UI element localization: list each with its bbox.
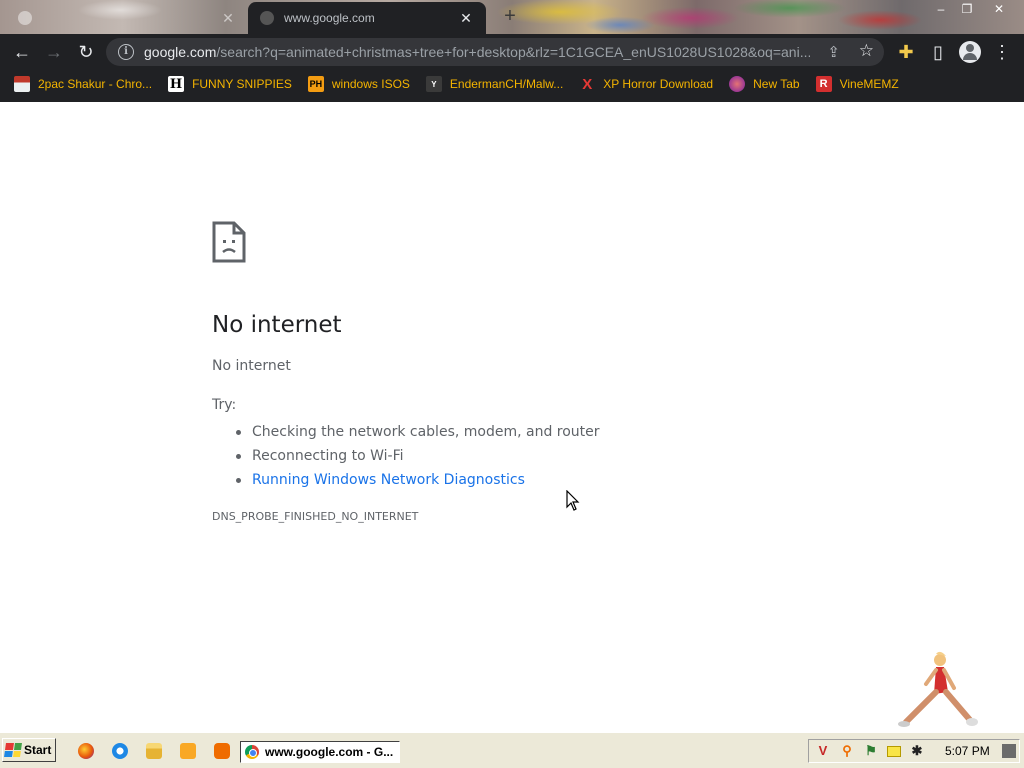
url-path: /search?q=animated+christmas+tree+for+de… <box>216 44 810 60</box>
start-label: Start <box>24 743 52 757</box>
bookmark-label: New Tab <box>753 77 800 91</box>
message-icon[interactable] <box>887 745 901 757</box>
close-tab-icon[interactable]: ✕ <box>220 10 236 27</box>
url-host: google.com <box>144 44 217 60</box>
sad-page-icon <box>212 221 246 263</box>
bookmark-label: EndermanCH/Malw... <box>449 77 564 91</box>
suggestion-item: Checking the network cables, modem, and … <box>236 420 600 444</box>
taskbar-window-title: www.google.com - G... <box>265 745 394 759</box>
x-icon: X <box>582 75 593 93</box>
search-icon[interactable]: ⚲ <box>839 743 855 759</box>
bookmark-label: 2pac Shakur - Chro... <box>38 77 153 91</box>
address-bar[interactable]: i google.com/search?q=animated+christmas… <box>106 38 884 66</box>
tab-favicon <box>260 11 274 25</box>
close-window-icon[interactable]: ✕ <box>984 0 1014 18</box>
side-panel-icon[interactable]: ▯ <box>926 40 950 64</box>
extensions-puzzle-icon[interactable]: ✚ <box>894 40 918 64</box>
globe-icon <box>729 76 746 92</box>
suggestion-item: Reconnecting to Wi-Fi <box>236 444 600 468</box>
share-icon[interactable]: ⇪ <box>827 43 840 61</box>
dancing-figure-icon <box>898 651 978 727</box>
forward-arrow-icon[interactable]: → <box>42 40 66 64</box>
antivirus-icon[interactable]: V <box>815 743 831 759</box>
r-icon: R <box>815 76 832 92</box>
settings-icon[interactable]: ✱ <box>909 743 925 759</box>
bookmark-item[interactable]: Y EndermanCH/Malw... <box>425 76 564 92</box>
bookmark-star-icon[interactable]: ☆ <box>859 41 874 61</box>
bookmark-item[interactable]: 2pac Shakur - Chro... <box>14 76 152 92</box>
url-text[interactable]: google.com/search?q=animated+christmas+t… <box>144 44 810 60</box>
app-launcher-icon[interactable] <box>214 743 230 759</box>
close-tab-icon[interactable]: ✕ <box>458 10 474 27</box>
error-page: No internet No internet Try: Checking th… <box>0 102 1024 732</box>
maximize-icon[interactable]: ❐ <box>952 0 982 18</box>
new-tab-button[interactable]: + <box>500 6 520 26</box>
bookmark-item[interactable]: H FUNNY SNIPPIES <box>168 76 292 92</box>
try-label: Try: <box>212 397 237 413</box>
youtube-icon: Y <box>425 76 442 92</box>
browser-tab-strip: ✕ www.google.com ✕ + ‒ ❐ ✕ <box>0 0 1024 34</box>
bookmark-label: XP Horror Download <box>603 77 714 91</box>
bookmark-item[interactable]: PH windows ISOS <box>307 76 410 92</box>
bookmark-item[interactable]: R VineMEMZ <box>815 76 899 92</box>
flag-icon[interactable]: ⚑ <box>863 743 879 759</box>
system-tray: V ⚲ ⚑ ✱ 5:07 PM <box>808 739 1020 763</box>
reload-icon[interactable]: ↻ <box>74 40 98 64</box>
profile-avatar-icon[interactable] <box>959 41 981 63</box>
network-icon[interactable] <box>1001 744 1016 758</box>
firefox-icon[interactable] <box>78 743 94 759</box>
2pac-icon <box>14 76 30 92</box>
tab-favicon <box>18 11 32 25</box>
tab-inactive[interactable]: ✕ <box>6 2 248 34</box>
taskbar: Start www.google.com - G... V ⚲ ⚑ ✱ 5:07… <box>0 732 1024 768</box>
taskbar-window-chrome[interactable]: www.google.com - G... <box>240 741 400 763</box>
suggestions-list: Checking the network cables, modem, and … <box>236 420 600 492</box>
mouse-cursor-icon <box>566 490 580 511</box>
browser-toolbar: ← → ↻ i google.com/search?q=animated+chr… <box>0 34 1024 70</box>
kebab-menu-icon[interactable]: ⋮ <box>990 40 1014 64</box>
bookmarks-bar: 2pac Shakur - Chro... H FUNNY SNIPPIES PH… <box>0 70 1024 98</box>
bookmark-item[interactable]: New Tab <box>729 76 800 92</box>
error-heading: No internet <box>212 312 342 338</box>
back-arrow-icon[interactable]: ← <box>10 40 34 64</box>
bookmark-label: windows ISOS <box>331 77 410 91</box>
start-button[interactable]: Start <box>2 738 56 762</box>
network-diagnostics-link[interactable]: Running Windows Network Diagnostics <box>236 468 600 492</box>
clock[interactable]: 5:07 PM <box>945 744 990 758</box>
ph-icon: PH <box>307 76 324 92</box>
error-code: DNS_PROBE_FINISHED_NO_INTERNET <box>212 510 419 523</box>
bookmark-item[interactable]: X XP Horror Download <box>579 75 714 93</box>
windows-flag-icon <box>4 743 22 757</box>
tab-title: www.google.com <box>284 11 375 25</box>
site-info-icon[interactable]: i <box>118 44 134 60</box>
media-player-icon[interactable] <box>180 743 196 759</box>
internet-explorer-icon[interactable] <box>112 743 128 759</box>
error-subheading: No internet <box>212 358 291 374</box>
folder-icon[interactable] <box>146 743 162 759</box>
bookmark-label: FUNNY SNIPPIES <box>192 77 292 91</box>
tab-active[interactable]: www.google.com ✕ <box>248 2 486 34</box>
h-icon: H <box>168 76 185 92</box>
chrome-logo-icon <box>245 745 259 759</box>
bookmark-label: VineMEMZ <box>839 77 899 91</box>
